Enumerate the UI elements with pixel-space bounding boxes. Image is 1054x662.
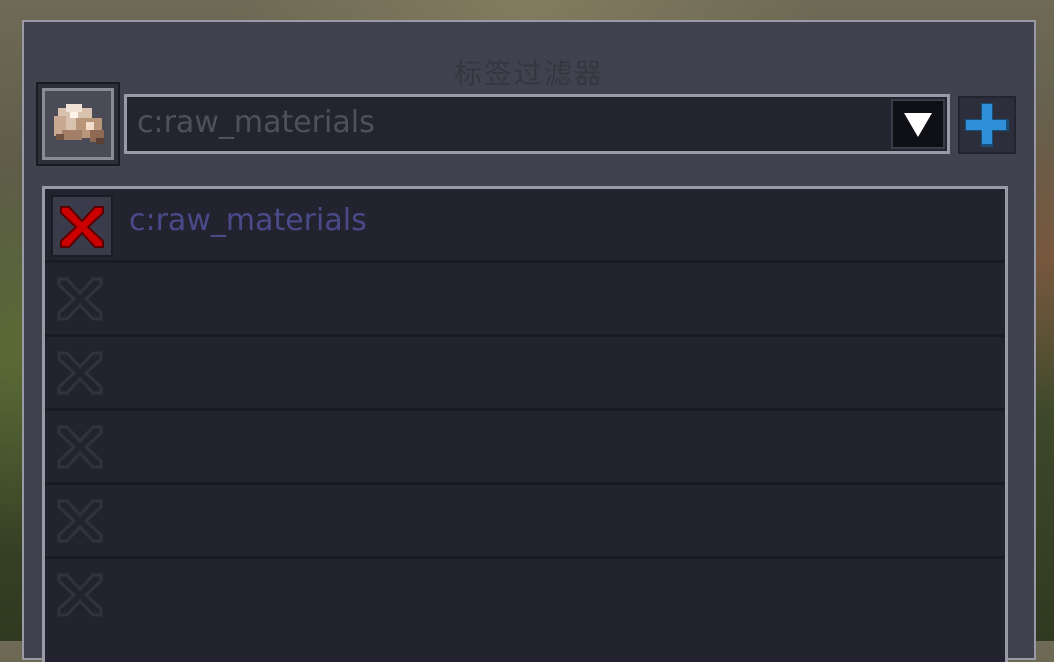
remove-filter-button[interactable] bbox=[51, 417, 113, 479]
filter-list: c:raw_materials bbox=[42, 186, 1008, 662]
raw-iron-icon bbox=[54, 104, 104, 144]
close-icon bbox=[57, 573, 103, 617]
tag-filter-panel: 标签过滤器 c:raw_materials c:raw_materials bbox=[22, 20, 1036, 662]
remove-filter-button[interactable] bbox=[51, 269, 113, 331]
tag-select-dropdown[interactable]: c:raw_materials bbox=[124, 94, 950, 154]
page-title: 标签过滤器 bbox=[453, 57, 604, 90]
list-item bbox=[45, 559, 1005, 633]
remove-filter-button[interactable] bbox=[51, 343, 113, 405]
close-icon bbox=[57, 425, 103, 469]
close-icon bbox=[57, 351, 103, 395]
remove-filter-button[interactable] bbox=[51, 195, 113, 257]
remove-filter-button[interactable] bbox=[51, 491, 113, 553]
close-icon bbox=[57, 277, 103, 321]
dropdown-value: c:raw_materials bbox=[137, 105, 375, 140]
plus-icon bbox=[965, 103, 1009, 147]
filter-tag-label: c:raw_materials bbox=[129, 203, 367, 238]
list-item bbox=[45, 337, 1005, 411]
item-slot[interactable] bbox=[36, 82, 120, 166]
remove-filter-button[interactable] bbox=[51, 565, 113, 627]
close-icon bbox=[57, 499, 103, 543]
close-icon bbox=[60, 206, 104, 248]
list-item bbox=[45, 411, 1005, 485]
list-item: c:raw_materials bbox=[45, 189, 1005, 263]
list-item bbox=[45, 263, 1005, 337]
list-item bbox=[45, 485, 1005, 559]
triangle-down-icon bbox=[904, 113, 932, 137]
dropdown-arrow-button[interactable] bbox=[891, 99, 945, 149]
add-filter-button[interactable] bbox=[958, 96, 1016, 154]
